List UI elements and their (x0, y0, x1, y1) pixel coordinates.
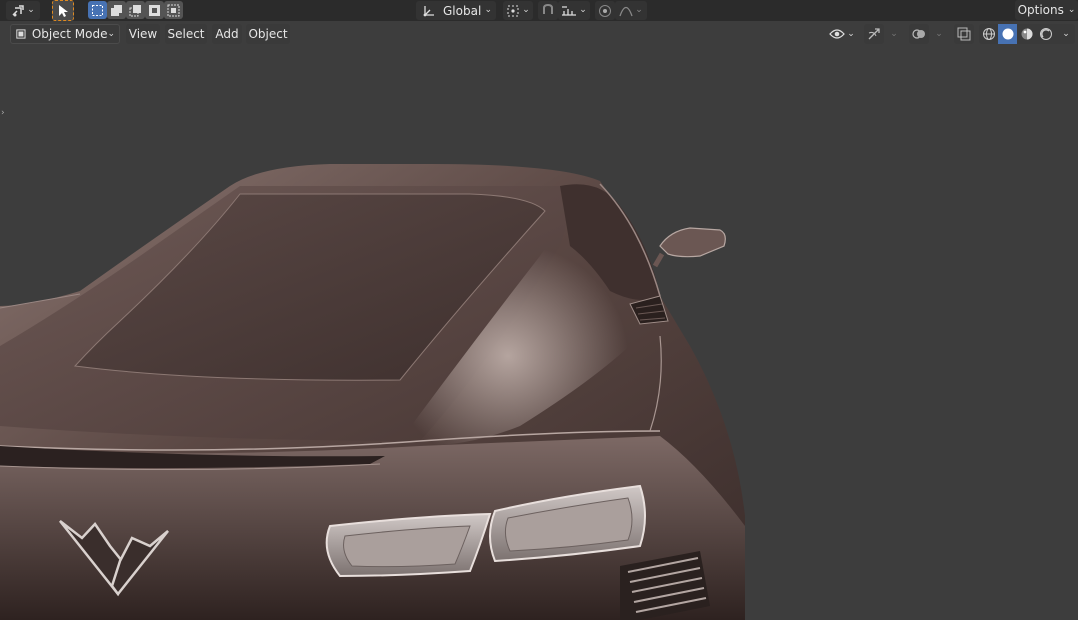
gizmo-dropdown[interactable]: ⌄ (884, 24, 902, 44)
chevron-down-icon: ⌄ (1067, 4, 1076, 15)
snap-increment-icon (562, 5, 577, 16)
chevron-down-icon: ⌄ (1062, 28, 1070, 39)
pivot-point-icon (507, 5, 519, 16)
gizmo-icon (868, 28, 880, 40)
car-model (0, 164, 745, 620)
menu-add[interactable]: Add (212, 24, 242, 44)
chevron-down-icon: ⌄ (635, 5, 643, 15)
gizmo-toggle[interactable] (864, 24, 884, 44)
shading-rendered[interactable] (1036, 24, 1055, 44)
pivot-point-dropdown[interactable]: ⌄ (503, 1, 533, 20)
object-mode-dropdown[interactable]: Object Mode ⌄ (10, 24, 120, 44)
eye-icon (829, 29, 846, 39)
xray-toggle[interactable] (954, 24, 974, 44)
select-mode-intersect[interactable] (164, 1, 183, 19)
select-new-icon (92, 4, 103, 16)
select-invert-icon (149, 4, 160, 16)
material-preview-icon (1021, 28, 1032, 40)
select-intersect-icon (167, 4, 180, 16)
shading-options-dropdown[interactable]: ⌄ (1055, 24, 1075, 44)
menu-view[interactable]: View (126, 24, 160, 44)
menu-object[interactable]: Object (246, 24, 290, 44)
object-mode-icon (16, 29, 26, 39)
3d-viewport[interactable]: › (0, 46, 1078, 620)
proportional-falloff-dropdown[interactable]: ⌄ (615, 1, 647, 20)
chevron-down-icon: ⌄ (27, 5, 35, 15)
proportional-edit-toggle[interactable] (595, 1, 615, 20)
rendered-icon (1039, 28, 1052, 40)
snap-toggle[interactable] (538, 1, 558, 20)
select-mode-subtract[interactable] (126, 1, 145, 19)
cursor-icon (59, 4, 68, 17)
chevron-down-icon: ⌄ (890, 28, 898, 39)
editor-type-icon (12, 4, 24, 16)
visibility-dropdown[interactable]: ⌄ (826, 24, 858, 44)
shading-material-preview[interactable] (1017, 24, 1036, 44)
solid-icon (1002, 28, 1013, 40)
overlays-icon (912, 29, 925, 39)
select-mode-extend[interactable] (107, 1, 126, 19)
xray-icon (957, 27, 971, 41)
chevron-down-icon: ⌄ (107, 28, 115, 39)
shading-wireframe[interactable] (979, 24, 998, 44)
select-tool-button[interactable] (52, 0, 74, 21)
select-subtract-icon (129, 4, 141, 16)
select-mode-new[interactable] (88, 1, 107, 19)
wireframe-icon (982, 28, 995, 40)
sidebar-expand-icon[interactable]: › (1, 108, 7, 118)
mode-label: Object Mode (31, 27, 108, 41)
chevron-down-icon: ⌄ (484, 5, 492, 15)
tool-settings-bar: ⌄ Global ⌄ ⌄ ⌄ ⌄ Options ⌄ (0, 0, 1078, 21)
menu-select[interactable]: Select (165, 24, 207, 44)
options-dropdown[interactable]: Options ⌄ (1015, 0, 1078, 20)
falloff-curve-icon (619, 6, 633, 16)
select-extend-icon (111, 4, 122, 16)
chevron-down-icon: ⌄ (935, 28, 943, 39)
overlays-toggle[interactable] (909, 24, 929, 44)
transform-orientation-dropdown[interactable]: Global ⌄ (416, 1, 496, 20)
chevron-down-icon: ⌄ (579, 5, 587, 15)
chevron-down-icon: ⌄ (522, 5, 530, 15)
overlays-dropdown[interactable]: ⌄ (929, 24, 947, 44)
editor-type-button[interactable]: ⌄ (6, 1, 40, 20)
select-mode-invert[interactable] (145, 1, 164, 19)
orientation-label: Global (443, 3, 482, 18)
magnet-icon (543, 3, 553, 14)
proportional-edit-icon (599, 4, 611, 17)
options-label: Options (1017, 3, 1064, 17)
shading-solid[interactable] (998, 24, 1017, 44)
chevron-down-icon: ⌄ (847, 28, 855, 39)
snap-target-dropdown[interactable]: ⌄ (558, 1, 590, 20)
orientation-icon (423, 5, 434, 16)
